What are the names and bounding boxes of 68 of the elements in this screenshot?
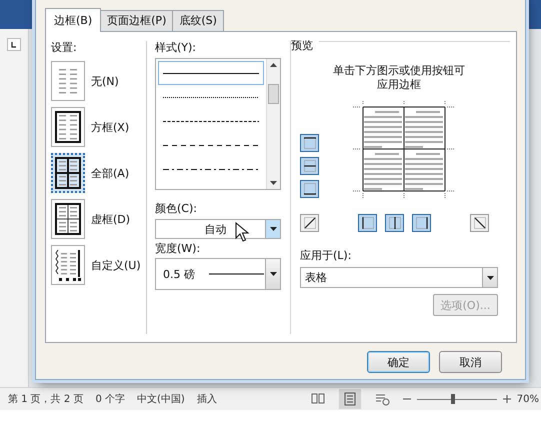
page-borders-icon bbox=[53, 201, 83, 237]
line-sample-icon bbox=[163, 72, 259, 74]
settings-label: 设置: bbox=[51, 41, 78, 55]
border-toggle-button[interactable] bbox=[300, 214, 319, 232]
border-toggle-button[interactable] bbox=[358, 214, 377, 232]
setting-label: 自定义(U) bbox=[91, 258, 141, 272]
grid-setting-button[interactable] bbox=[51, 199, 85, 239]
line-style-option[interactable] bbox=[158, 61, 264, 85]
width-dropdown[interactable]: 0.5 磅 bbox=[155, 258, 281, 290]
zoom-level: 70% bbox=[516, 394, 539, 404]
line-sample-icon bbox=[163, 168, 259, 170]
scroll-down-icon bbox=[270, 181, 277, 185]
cancel-button[interactable]: 取消 bbox=[439, 351, 502, 373]
border-toggle-button[interactable] bbox=[300, 157, 319, 175]
line-sample-icon bbox=[163, 96, 259, 98]
cursor-icon bbox=[235, 222, 249, 242]
page-borders-icon bbox=[53, 109, 83, 145]
border-toggle-button[interactable] bbox=[470, 214, 489, 232]
style-label: 样式(Y): bbox=[155, 41, 198, 55]
border-toggle-button[interactable] bbox=[300, 180, 319, 198]
status-text: 插入 bbox=[196, 392, 217, 406]
ok-button[interactable]: 确定 bbox=[367, 351, 430, 373]
dropdown-button[interactable] bbox=[265, 259, 280, 289]
tab[interactable]: 底纹(S) bbox=[172, 10, 224, 31]
dropdown-button[interactable] bbox=[482, 268, 497, 287]
color-label: 颜色(C): bbox=[155, 202, 198, 216]
apply-to-label: 应用于(L): bbox=[300, 249, 352, 263]
border-toggle-button[interactable] bbox=[385, 214, 404, 232]
caret-icon bbox=[270, 227, 276, 231]
line-sample-icon bbox=[163, 120, 259, 122]
setting-label: 方框(X) bbox=[91, 120, 130, 134]
dropdown-button[interactable] bbox=[265, 220, 280, 238]
tab[interactable]: 页面边框(P) bbox=[100, 10, 174, 31]
preview-title: 预览 bbox=[291, 38, 319, 53]
status-text: 中文(中国) bbox=[137, 392, 185, 406]
border-line-icon bbox=[302, 215, 318, 231]
all-setting-button[interactable] bbox=[51, 153, 85, 193]
status-text: 第 1 页，共 2 页 bbox=[8, 392, 84, 406]
scrollbar-thumb[interactable] bbox=[268, 84, 279, 104]
scroll-up-icon bbox=[270, 63, 277, 67]
status-text: 0 个字 bbox=[95, 392, 125, 406]
line-sample-icon bbox=[163, 144, 259, 146]
preview-hint: 单击下方图示或使用按钮可应用边框 bbox=[332, 64, 466, 92]
custom-setting-button[interactable] bbox=[51, 245, 85, 285]
apply-to-dropdown[interactable]: 表格 bbox=[300, 267, 498, 288]
border-line-icon bbox=[472, 215, 488, 231]
none-setting-button[interactable] bbox=[51, 61, 85, 101]
tab[interactable]: 边框(B) bbox=[45, 8, 102, 32]
color-dropdown[interactable]: 自动 bbox=[155, 219, 281, 239]
caret-icon bbox=[270, 272, 276, 276]
zoom-slider-thumb[interactable] bbox=[450, 394, 455, 404]
setting-label: 虚框(D) bbox=[91, 212, 130, 226]
print-layout-icon bbox=[342, 391, 358, 407]
box-setting-button[interactable] bbox=[51, 107, 85, 147]
zoom-in-icon bbox=[502, 395, 511, 403]
page-borders-icon bbox=[53, 247, 83, 283]
border-toggle-button[interactable] bbox=[300, 134, 319, 152]
line-sample-icon bbox=[209, 273, 264, 275]
border-toggle-button[interactable] bbox=[412, 214, 431, 232]
setting-label: 全部(A) bbox=[91, 166, 130, 180]
setting-label: 无(N) bbox=[91, 74, 119, 88]
width-label: 宽度(W): bbox=[155, 242, 202, 256]
ruler-tab-icon bbox=[7, 38, 21, 51]
page-borders-icon bbox=[53, 155, 83, 191]
scrollbar[interactable] bbox=[266, 59, 280, 189]
line-style-list[interactable] bbox=[155, 58, 281, 190]
caret-icon bbox=[486, 276, 494, 280]
print-layout-button[interactable] bbox=[338, 389, 361, 409]
